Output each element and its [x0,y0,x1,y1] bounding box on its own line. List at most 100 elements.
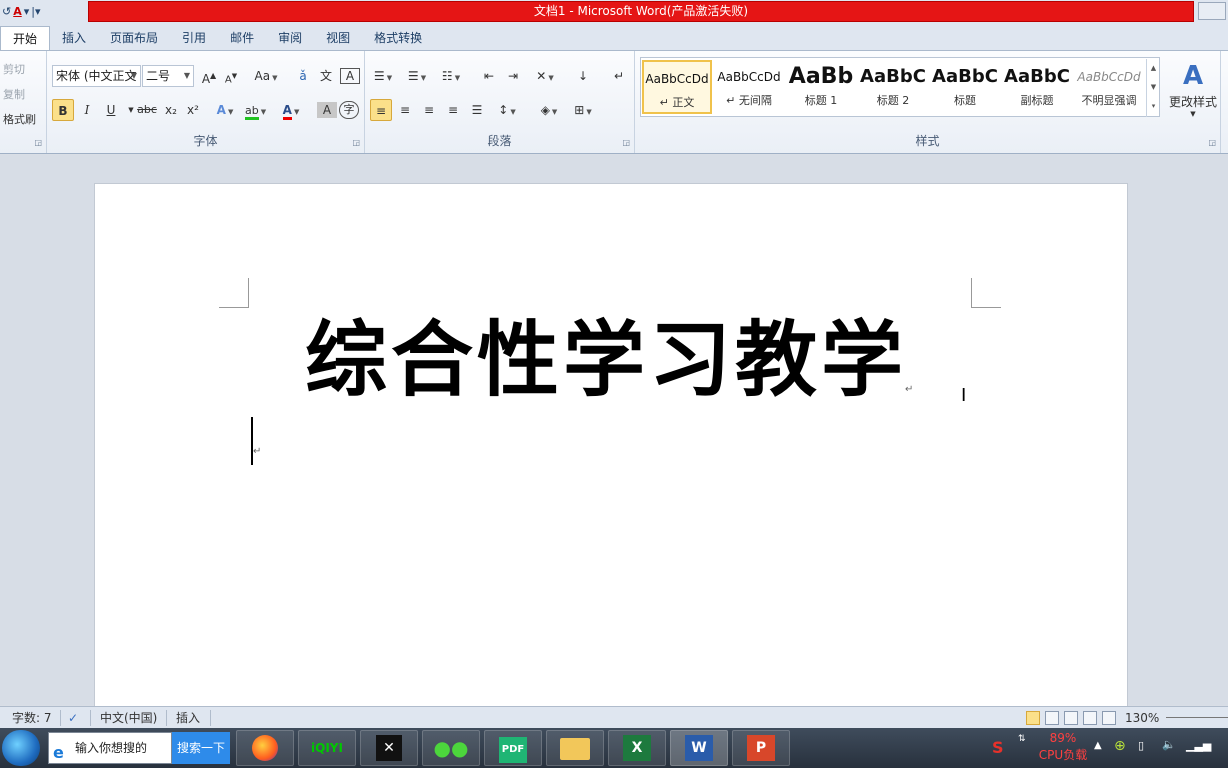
word-app[interactable]: W [670,730,728,766]
redo-icon[interactable]: ↺ [2,5,11,18]
copy-button[interactable]: 复制 [3,86,25,102]
enclose-chars-icon[interactable]: 文 [316,65,336,87]
sogou-ime-icon[interactable]: S [992,738,1004,768]
font-color-icon[interactable]: A [13,5,22,18]
chevron-down-icon[interactable]: ▼ [1147,78,1160,97]
print-layout-icon[interactable] [1026,711,1040,725]
document-title-text[interactable]: 综合性学习教学 [305,310,905,410]
phonetic-guide-icon[interactable]: ǎ [293,65,313,87]
shrink-font-button[interactable]: A▼ [221,65,241,87]
tray-arrow-icon[interactable]: ▲ [1094,740,1102,768]
font-color-icon[interactable]: A ▼ [281,99,301,121]
tab-format-convert[interactable]: 格式转换 [362,26,434,50]
align-right-icon[interactable]: ≡ [419,99,439,121]
style-heading-2[interactable]: AaBbC 标题 2 [858,60,928,114]
iqiyi-app[interactable]: iQIYI [298,730,356,766]
firefox-app[interactable] [236,730,294,766]
highlight-icon[interactable]: ab ▼ [245,99,266,121]
strikethrough-button[interactable]: abc [133,99,161,121]
align-left-icon[interactable]: ≡ [370,99,392,121]
full-screen-reading-icon[interactable] [1045,711,1059,725]
tab-mailings[interactable]: 邮件 [218,26,266,50]
font-launcher-icon[interactable]: ◲ [352,138,360,147]
char-border-icon[interactable]: A [340,68,360,84]
char-shading-icon[interactable]: A [317,102,337,118]
paragraph-launcher-icon[interactable]: ◲ [622,138,630,147]
wechat-app[interactable]: ●● [422,730,480,766]
tab-review[interactable]: 审阅 [266,26,314,50]
outline-view-icon[interactable] [1083,711,1097,725]
justify-icon[interactable]: ≡ [443,99,463,121]
more-icon[interactable]: ▾ [1147,97,1160,116]
style-no-spacing[interactable]: AaBbCcDd ↵ 无间隔 [714,60,784,114]
explorer-app[interactable] [546,730,604,766]
style-heading-1[interactable]: AaBb 标题 1 [786,60,856,114]
proofing-icon[interactable]: ✓ [68,709,78,727]
excel-app[interactable]: X [608,730,666,766]
capcut-app[interactable]: ✕ [360,730,418,766]
numbering-icon[interactable]: ☰ ▼ [407,65,427,87]
decrease-indent-icon[interactable]: ⇤ [479,65,499,87]
cpu-monitor[interactable]: 89% CPU负载 [1038,730,1088,764]
draft-view-icon[interactable] [1102,711,1116,725]
increase-indent-icon[interactable]: ⇥ [503,65,523,87]
clipboard-launcher-icon[interactable]: ◲ [34,138,42,147]
sort-icon[interactable]: ↓ [573,65,593,87]
minimize-button[interactable] [1198,2,1226,20]
usb-icon[interactable]: ▯ [1138,739,1144,768]
text-effects-icon[interactable]: A ▼ [215,99,235,121]
powerpoint-app[interactable]: P [732,730,790,766]
font-size-box[interactable]: 二号 ▼ [142,65,194,87]
cut-button[interactable]: 剪切 [3,61,25,77]
style-normal[interactable]: AaBbCcDd ↵ 正文 [642,60,712,114]
multilevel-list-icon[interactable]: ☷ ▼ [441,65,461,87]
underline-button[interactable]: U [101,99,121,121]
tray-expand-icon[interactable]: ⇅ [1018,734,1026,768]
document-page[interactable]: 综合性学习教学 ↵ ↵ I [94,183,1128,713]
superscript-button[interactable]: x² [183,99,203,121]
enclose-char-icon[interactable]: 字 [339,101,359,119]
shading-icon[interactable]: ◈ ▼ [539,99,559,121]
bullets-icon[interactable]: ☰ ▼ [373,65,393,87]
show-marks-icon[interactable]: ↵ [609,65,629,87]
insert-mode-indicator[interactable]: 插入 [176,709,200,727]
change-styles-button[interactable]: A 更改样式 ▼ [1163,59,1223,139]
grow-font-button[interactable]: A▲ [199,65,219,87]
web-layout-icon[interactable] [1064,711,1078,725]
qat-dropdown-icon[interactable]: ▾ [24,5,30,18]
volume-icon[interactable]: 🔈 [1162,738,1176,768]
distributed-icon[interactable]: ☰ [467,99,487,121]
bold-button[interactable]: B [52,99,74,121]
language-indicator[interactable]: 中文(中国) [100,709,157,727]
borders-icon[interactable]: ⊞ ▼ [573,99,593,121]
customize-qat-icon[interactable]: |▾ [31,5,40,18]
italic-button[interactable]: I [77,99,97,121]
pdf-app[interactable]: PDF [484,730,542,766]
change-case-button[interactable]: Aa ▼ [251,65,281,87]
styles-launcher-icon[interactable]: ◲ [1208,138,1216,147]
tray-plus-icon[interactable]: ⊕ [1114,738,1126,768]
tab-home[interactable]: 开始 [0,26,51,50]
tab-insert[interactable]: 插入 [50,26,98,50]
search-button[interactable]: 搜索一下 [172,732,230,764]
zoom-level[interactable]: 130% [1125,709,1159,727]
chinese-layout-icon[interactable]: ✕ ▼ [535,65,555,87]
network-icon[interactable]: ▁▃▅ [1186,739,1211,768]
style-title[interactable]: AaBbC 标题 [930,60,1000,114]
styles-scroll[interactable]: ▲ ▼ ▾ [1146,59,1160,117]
format-painter-button[interactable]: 格式刷 [3,111,36,127]
tab-view[interactable]: 视图 [314,26,362,50]
chevron-up-icon[interactable]: ▲ [1147,59,1160,78]
tab-page-layout[interactable]: 页面布局 [98,26,170,50]
zoom-slider[interactable] [1166,717,1228,718]
font-name-box[interactable]: 宋体 (中文正文 ▼ [52,65,141,87]
tab-references[interactable]: 引用 [170,26,218,50]
style-subtitle[interactable]: AaBbC 副标题 [1002,60,1072,114]
style-subtle-emphasis[interactable]: AaBbCcDd 不明显强调 [1074,60,1144,114]
align-center-icon[interactable]: ≡ [395,99,415,121]
search-input[interactable]: e 输入你想搜的 [48,732,172,764]
line-spacing-icon[interactable]: ↕ ▼ [497,99,517,121]
start-button[interactable] [2,730,40,766]
subscript-button[interactable]: x₂ [161,99,181,121]
word-count[interactable]: 字数: 7 [12,709,52,727]
